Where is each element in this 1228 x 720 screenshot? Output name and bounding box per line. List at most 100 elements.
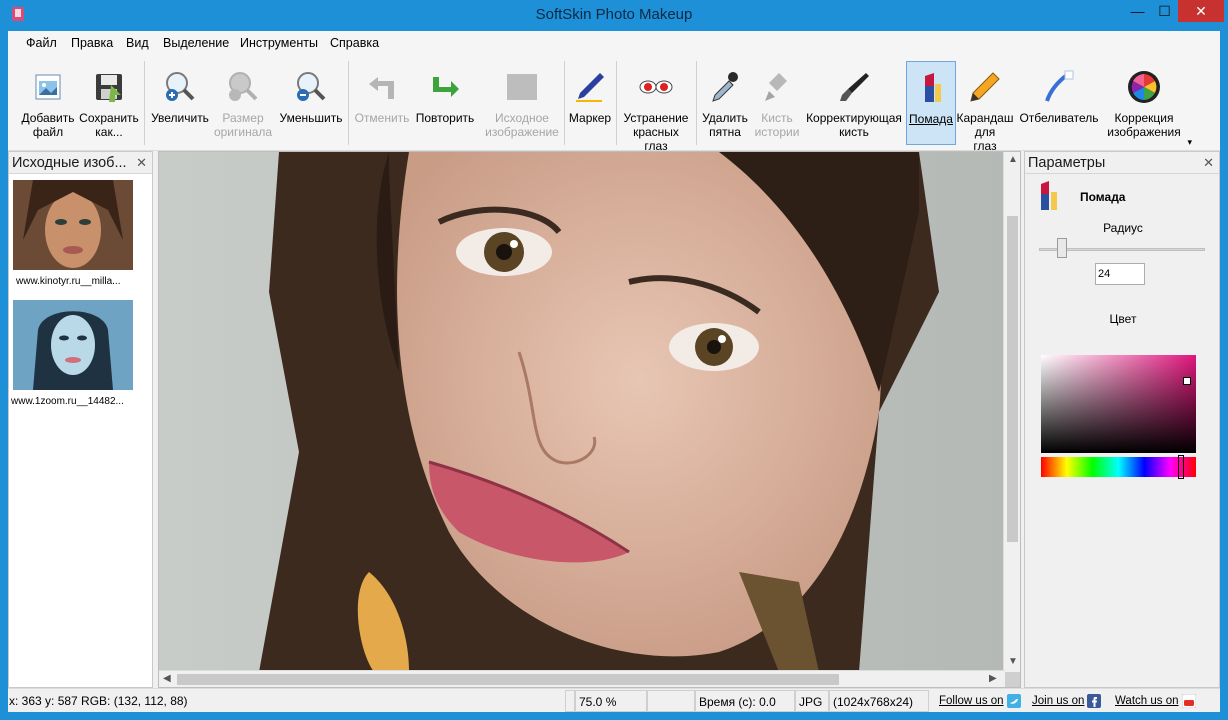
menu-view[interactable]: Вид — [126, 36, 149, 50]
maximize-button[interactable]: ☐ — [1151, 0, 1178, 22]
toolbar-separator — [564, 61, 565, 145]
twitter-icon — [1006, 694, 1021, 708]
hue-slider[interactable] — [1041, 457, 1196, 477]
follow-twitter-link[interactable]: Follow us on — [939, 694, 1021, 708]
undo-icon — [369, 77, 394, 99]
whitener-button[interactable]: Отбеливатель — [1014, 61, 1104, 145]
processing-time: Время (с): 0.0 — [695, 690, 795, 712]
zoom-in-button[interactable]: Увеличить — [148, 61, 212, 145]
status-empty-cell — [647, 690, 695, 712]
eye-pencil-label: Карандаш для глаз — [956, 111, 1014, 153]
zoom-out-button[interactable]: Уменьшить — [276, 61, 346, 145]
scroll-left-icon[interactable]: ◀ — [163, 673, 171, 684]
pencil-icon — [970, 72, 1000, 102]
close-icon[interactable]: ✕ — [1203, 155, 1214, 171]
menu-file[interactable]: Файл — [26, 36, 57, 50]
radius-label: Радиус — [1103, 221, 1143, 235]
scroll-up-icon[interactable]: ▲ — [1008, 154, 1018, 165]
marker-button[interactable]: Маркер — [566, 61, 614, 145]
toolbar-separator — [696, 61, 697, 145]
eye-pencil-button[interactable]: Карандаш для глаз — [956, 61, 1014, 153]
horizontal-scroll-thumb[interactable] — [177, 674, 839, 685]
menu-selection[interactable]: Выделение — [163, 36, 229, 50]
menu-edit[interactable]: Правка — [71, 36, 113, 50]
correcting-brush-label: Корректирующая кисть — [806, 111, 902, 139]
image-correction-button[interactable]: Коррекция изображения — [1104, 61, 1184, 145]
correcting-brush-button[interactable]: Корректирующая кисть — [804, 61, 904, 145]
vertical-scrollbar[interactable]: ▲ ▼ — [1003, 152, 1020, 672]
add-image-icon — [35, 74, 61, 100]
thumbnail-2-caption: www.1zoom.ru__14482... — [11, 396, 124, 407]
lipstick-label: Помада — [909, 112, 953, 126]
menu-tools[interactable]: Инструменты — [240, 36, 318, 50]
add-file-label: Добавить файл — [21, 111, 75, 139]
history-brush-icon — [765, 73, 787, 101]
image-canvas[interactable]: ▲ ▼ ◀ ▶ — [158, 151, 1021, 688]
vertical-scroll-thumb[interactable] — [1007, 216, 1018, 542]
join-facebook-link[interactable]: Join us on — [1032, 694, 1102, 708]
watch-label: Watch us on — [1115, 695, 1179, 708]
redo-button[interactable]: Повторить — [412, 61, 478, 145]
horizontal-scrollbar[interactable]: ◀ ▶ — [159, 670, 1005, 687]
toolbar: Добавить файл Сохранить как... Увеличить… — [8, 55, 1220, 153]
undo-label: Отменить — [354, 111, 410, 125]
red-eye-label: Устранение красных глаз — [623, 111, 689, 153]
title-bar[interactable]: SoftSkin Photo Makeup — ☐ ✕ — [0, 0, 1228, 31]
history-brush-button[interactable]: Кисть истории — [752, 61, 802, 145]
source-image-icon — [507, 74, 537, 100]
lipstick-icon — [1041, 181, 1057, 210]
status-separator — [565, 690, 575, 712]
red-eye-icon — [639, 80, 673, 94]
source-image-label: Исходное изображение — [485, 111, 559, 139]
photo[interactable] — [159, 152, 1005, 672]
whitener-label: Отбеливатель — [1019, 111, 1099, 125]
image-format: JPG — [795, 690, 829, 712]
thumbnail-1[interactable] — [13, 180, 133, 270]
source-image-button[interactable]: Исходное изображение — [480, 61, 564, 145]
parameters-header: Параметры ✕ — [1025, 152, 1219, 174]
cursor-info: x: 363 y: 587 RGB: (132, 112, 88) — [9, 694, 188, 708]
zoom-out-icon — [297, 72, 326, 101]
menu-help[interactable]: Справка — [330, 36, 379, 50]
original-size-icon — [229, 72, 258, 101]
add-file-button[interactable]: Добавить файл — [18, 61, 78, 145]
minimize-button[interactable]: — — [1124, 0, 1151, 22]
facebook-icon — [1087, 694, 1102, 708]
watch-youtube-link[interactable]: Watch us on — [1115, 694, 1196, 708]
thumbnail-2[interactable] — [13, 300, 133, 390]
parameters-panel: Параметры ✕ Помада Радиус Цвет — [1024, 151, 1220, 688]
color-label: Цвет — [1109, 312, 1137, 326]
red-eye-button[interactable]: Устранение красных глаз — [620, 61, 692, 153]
save-as-button[interactable]: Сохранить как... — [78, 61, 140, 145]
original-size-button[interactable]: Размер оригинала — [212, 61, 274, 145]
source-images-title: Исходные изоб... — [12, 155, 127, 171]
toolbar-separator — [144, 61, 145, 145]
redo-icon — [433, 77, 459, 97]
marker-icon — [576, 73, 604, 102]
toolbar-overflow-button[interactable]: ▾ — [1187, 137, 1192, 148]
radius-input[interactable] — [1095, 263, 1145, 285]
scroll-right-icon[interactable]: ▶ — [989, 673, 997, 684]
radius-slider-handle[interactable] — [1057, 238, 1067, 258]
scroll-down-icon[interactable]: ▼ — [1008, 656, 1018, 667]
lipstick-icon — [925, 73, 941, 102]
join-label: Join us on — [1032, 695, 1085, 708]
color-picker-square[interactable] — [1041, 355, 1196, 453]
lipstick-button[interactable]: Помада — [906, 61, 956, 145]
toolbar-separator — [348, 61, 349, 145]
history-brush-label: Кисть истории — [754, 111, 800, 139]
floppy-disk-icon — [96, 74, 122, 102]
thumbnail-1-caption: www.kinotyr.ru__milla... — [16, 276, 121, 287]
hue-slider-handle[interactable] — [1178, 455, 1184, 479]
undo-button[interactable]: Отменить — [352, 61, 412, 145]
close-icon[interactable]: ✕ — [136, 155, 147, 171]
zoom-in-label: Увеличить — [151, 111, 209, 125]
status-bar: x: 363 y: 587 RGB: (132, 112, 88) 75.0 %… — [8, 688, 1220, 712]
save-as-label: Сохранить как... — [79, 111, 139, 139]
remove-spots-button[interactable]: Удалить пятна — [698, 61, 752, 145]
color-picker-marker[interactable] — [1183, 377, 1191, 385]
toolbar-separator — [616, 61, 617, 145]
tool-name: Помада — [1080, 190, 1126, 204]
client-area: Файл Правка Вид Выделение Инструменты Сп… — [8, 31, 1220, 712]
close-button[interactable]: ✕ — [1178, 0, 1224, 22]
